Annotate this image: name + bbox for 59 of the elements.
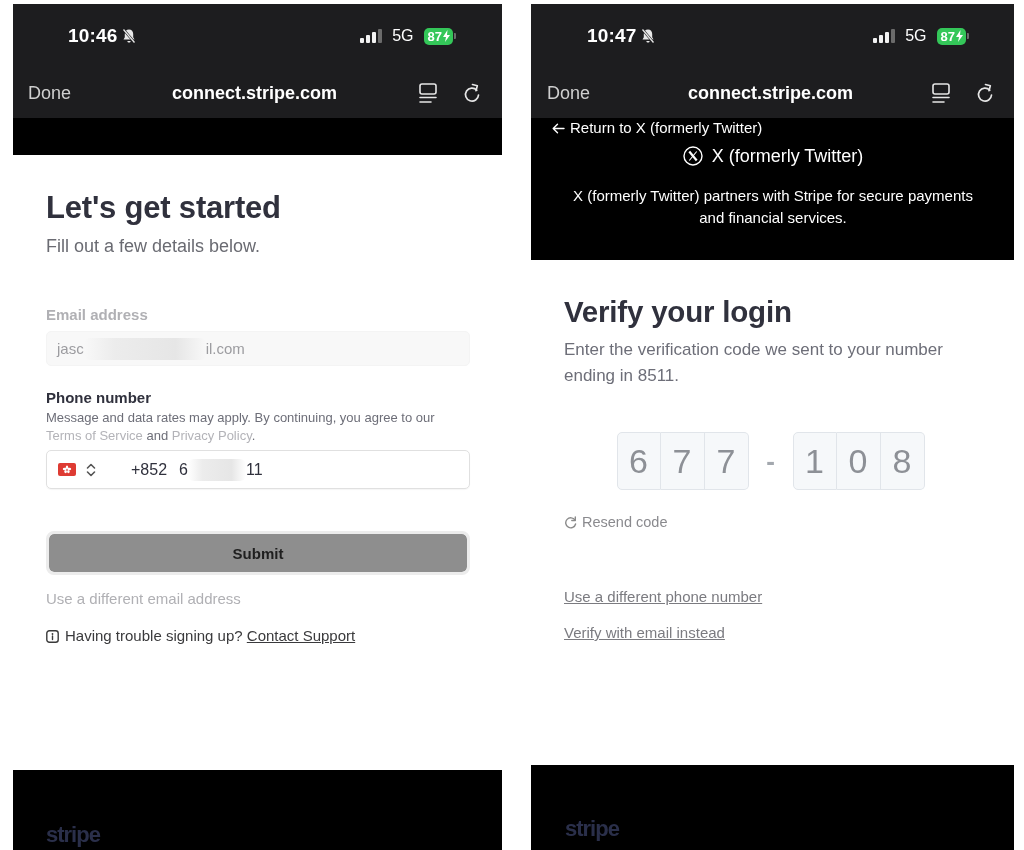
battery-percent: 87 (427, 28, 442, 44)
bolt-icon (956, 30, 963, 42)
bolt-icon (443, 30, 450, 42)
code-digit-field[interactable]: 7 (660, 432, 705, 490)
url-text: connect.stripe.com (171, 82, 337, 104)
url-text: connect.stripe.com (687, 82, 853, 104)
phone-number-end: 11 (245, 460, 263, 479)
email-value-end: il.com (205, 340, 245, 357)
flag-icon[interactable] (58, 463, 76, 476)
field-label: Email address (46, 305, 148, 325)
reader-icon[interactable] (419, 82, 437, 104)
network-label: 5G (905, 27, 927, 45)
x-logo-icon (682, 146, 703, 166)
page-title: Let's get started (46, 190, 281, 226)
reload-icon[interactable] (976, 83, 994, 103)
phone-field[interactable]: +852 6 11 (46, 450, 470, 489)
network-label: 5G (392, 27, 414, 45)
return-link[interactable]: Return to X (formerly Twitter) (552, 118, 763, 138)
merchant-name: X (formerly Twitter) (711, 145, 864, 167)
different-email-link[interactable]: Use a different email address (46, 589, 241, 609)
phone-number-start: 6 (179, 460, 188, 479)
page-subtitle: Enter the verification code we sent to your number ending in 8511. (564, 339, 944, 387)
done-button[interactable]: Done (28, 82, 72, 104)
policy-link[interactable]: Privacy Policy (171, 428, 252, 443)
page-subtitle: Fill out a few details below. (46, 235, 261, 257)
code-digit-field[interactable]: 7 (704, 432, 749, 490)
signal-icon (360, 29, 384, 43)
reload-icon[interactable] (463, 83, 481, 103)
code-digit-field[interactable]: 1 (792, 432, 837, 490)
contact-support-link[interactable]: Contact Support (246, 627, 356, 644)
policy-link[interactable]: Terms of Service (46, 428, 143, 443)
brand-logo: stripe (565, 816, 619, 841)
chevron-updown-icon[interactable] (86, 462, 96, 477)
code-digit-field[interactable]: 6 (616, 432, 661, 490)
refresh-icon (564, 515, 577, 529)
resend-code-button[interactable]: Resend code (564, 512, 668, 532)
arrow-left-icon (552, 122, 565, 134)
merchant-description: X (formerly Twitter) partners with Stripe for secure payments and financial services. (572, 186, 974, 228)
help-text: Having trouble signing up? Contact Support (65, 626, 356, 646)
done-button[interactable]: Done (547, 82, 591, 104)
alternate-option-link[interactable]: Verify with email instead (564, 623, 725, 643)
code-digit-field[interactable]: 0 (836, 432, 881, 490)
battery-percent: 87 (940, 28, 955, 44)
field-label: Phone number (46, 388, 151, 408)
terms-note: Message and data rates may apply. By continuing, you agree to our Terms of Service and Privacy Policy. (46, 409, 436, 445)
signal-icon (873, 29, 897, 43)
code-digit-field[interactable]: 8 (880, 432, 925, 490)
page-title: Verify your login (564, 295, 792, 329)
status-time: 10:46 (68, 25, 118, 47)
status-time: 10:47 (587, 25, 637, 47)
submit-button[interactable]: Submit (46, 531, 470, 575)
reader-icon[interactable] (932, 82, 950, 104)
dial-code: +852 (131, 460, 168, 479)
redaction-blur (187, 458, 246, 481)
email-value-start: jasc (57, 340, 84, 357)
alternate-option-link[interactable]: Use a different phone number (564, 587, 763, 607)
brand-logo: stripe (46, 822, 100, 847)
info-icon (46, 629, 59, 643)
code-separator: - (765, 445, 776, 477)
